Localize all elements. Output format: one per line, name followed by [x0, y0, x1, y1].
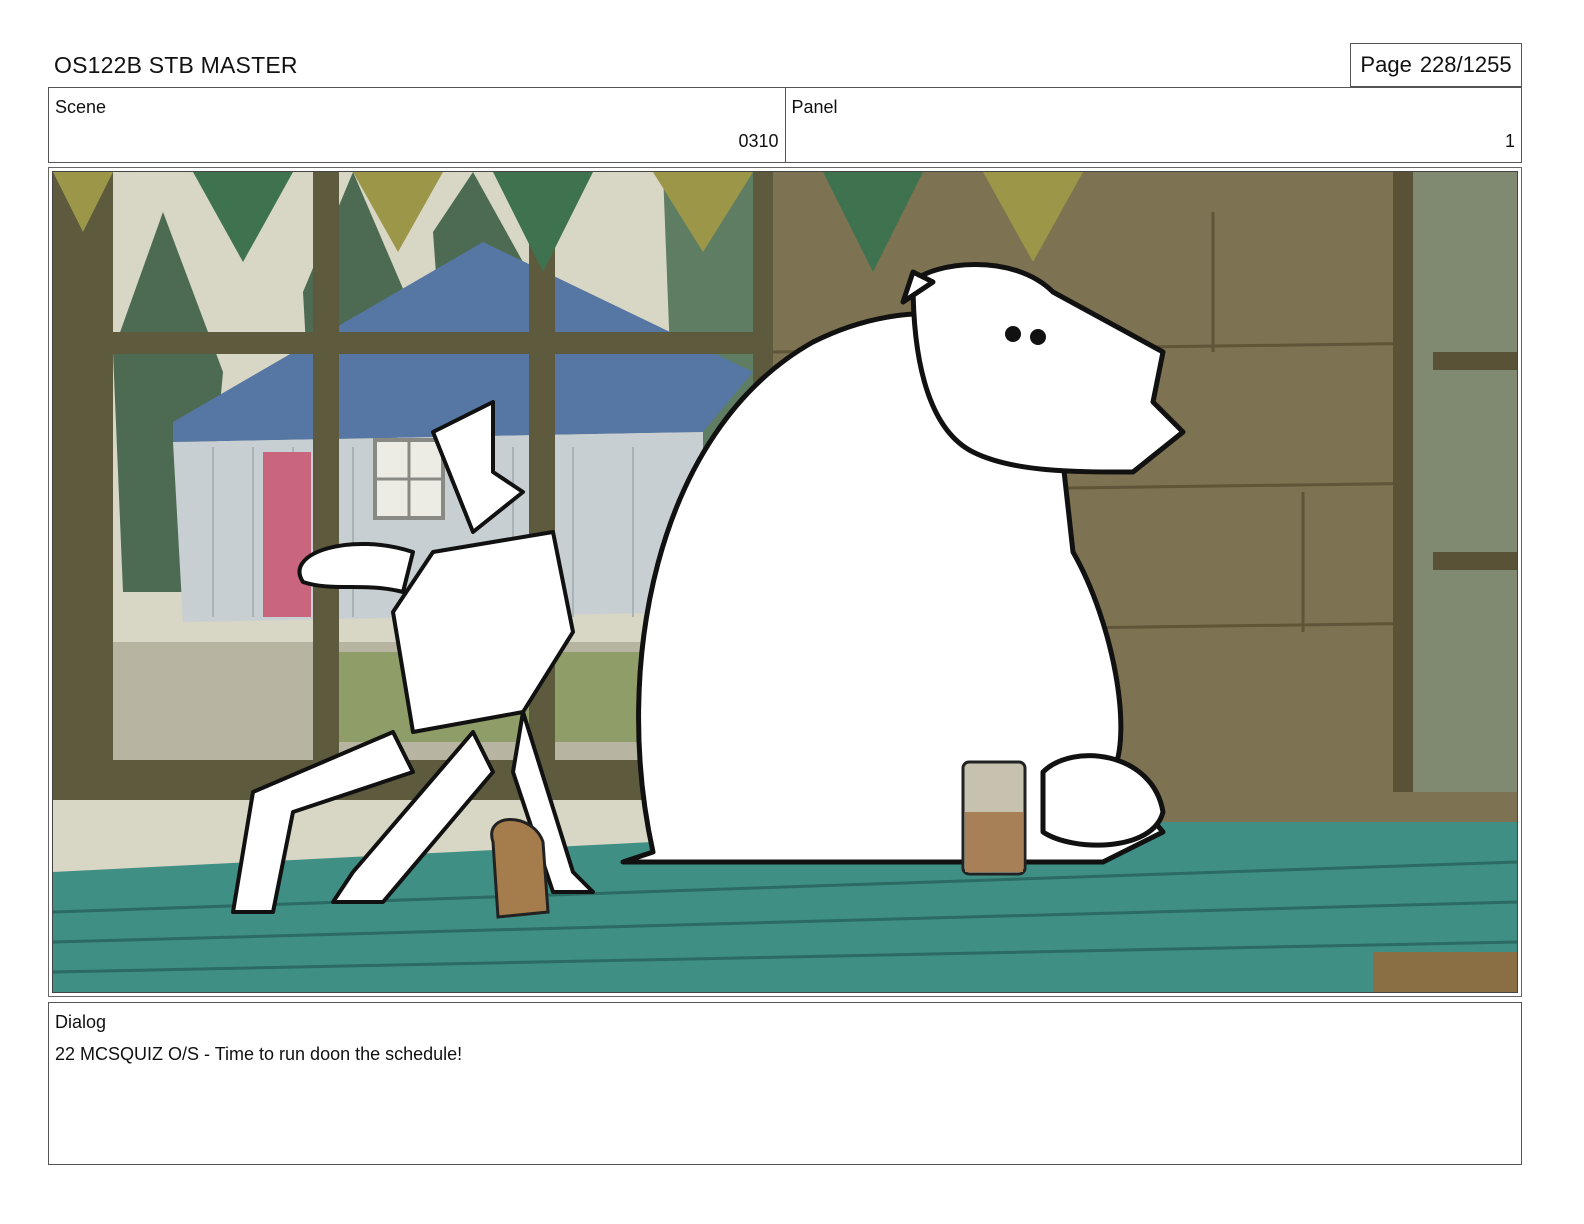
dialog-text: 22 MCSQUIZ O/S - Time to run doon the sc… — [55, 1044, 463, 1064]
document-title: OS122B STB MASTER — [54, 52, 298, 78]
scene-label: Scene — [55, 97, 107, 117]
scene-cell: Scene 0310 — [49, 88, 785, 162]
cabin-door — [263, 452, 311, 617]
page-value: 228/1255 — [1419, 52, 1512, 77]
panel-cell: Panel 1 — [784, 88, 1522, 162]
panel-number: 1 — [1504, 131, 1515, 151]
storyboard-frame — [48, 167, 1522, 997]
storyboard-drawing — [53, 172, 1517, 992]
storyboard-image — [52, 171, 1518, 993]
dialog-label: Dialog — [55, 1012, 107, 1032]
page-number-box: Page 228/1255 — [1350, 43, 1522, 87]
page-label: Page — [1360, 52, 1412, 77]
bread-loaf — [490, 818, 550, 919]
drink-glass — [961, 760, 1027, 876]
right-window — [1403, 172, 1517, 792]
scene-number: 0310 — [738, 131, 779, 151]
scene-panel-row: Scene 0310 Panel 1 — [48, 87, 1522, 163]
panel-label: Panel — [791, 97, 838, 117]
dialog-box: Dialog 22 MCSQUIZ O/S - Time to run doon… — [48, 1002, 1522, 1165]
